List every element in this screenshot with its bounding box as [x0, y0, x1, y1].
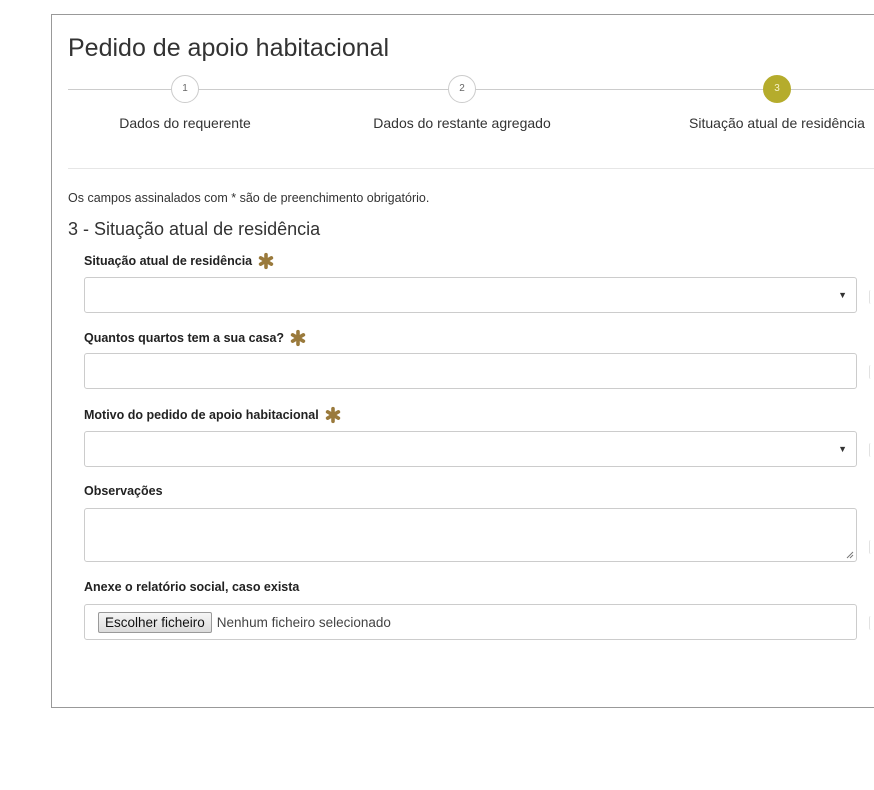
header-divider — [68, 168, 874, 169]
choose-file-button[interactable]: Escolher ficheiro — [98, 611, 212, 633]
anexo-label-text: Anexe o relatório social, caso exista — [84, 580, 300, 594]
edge-mark — [869, 365, 874, 379]
observacoes-textarea[interactable] — [84, 508, 857, 562]
motivo-select[interactable]: ▼ — [84, 431, 857, 467]
motivo-label: Motivo do pedido de apoio habitacional — [84, 406, 342, 424]
observacoes-label: Observações — [84, 484, 163, 498]
anexo-file-input[interactable]: Escolher ficheiro Nenhum ficheiro seleci… — [84, 604, 857, 640]
asterisk-icon — [258, 252, 274, 270]
edge-mark — [869, 290, 874, 304]
caret-down-icon: ▼ — [838, 290, 847, 300]
edge-mark — [869, 616, 874, 630]
quartos-input[interactable] — [84, 353, 857, 389]
anexo-label: Anexe o relatório social, caso exista — [84, 580, 299, 594]
situacao-label: Situação atual de residência — [84, 252, 275, 270]
observacoes-label-text: Observações — [84, 484, 163, 498]
situacao-label-text: Situação atual de residência — [84, 254, 253, 268]
section-title: 3 - Situação atual de residência — [68, 219, 321, 239]
step-2[interactable]: 2 Dados do restante agregado — [352, 74, 572, 131]
step-1[interactable]: 1 Dados do requerente — [75, 74, 295, 131]
caret-down-icon: ▼ — [838, 444, 847, 454]
motivo-label-text: Motivo do pedido de apoio habitacional — [84, 408, 319, 422]
step-1-label: Dados do requerente — [119, 115, 251, 131]
file-status: Nenhum ficheiro selecionado — [216, 614, 391, 630]
edge-mark — [869, 540, 874, 554]
page-title: Pedido de apoio habitacional — [68, 34, 390, 62]
situacao-select[interactable]: ▼ — [84, 277, 857, 313]
step-2-label: Dados do restante agregado — [373, 115, 551, 131]
quartos-label: Quantos quartos tem a sua casa? — [84, 329, 307, 347]
quartos-label-text: Quantos quartos tem a sua casa? — [84, 331, 285, 345]
step-3[interactable]: 3 Situação atual de residência — [667, 74, 874, 131]
edge-mark — [869, 443, 874, 457]
asterisk-icon — [325, 406, 340, 424]
progress-stepper: 1 Dados do requerente 2 Dados do restant… — [68, 74, 874, 144]
step-2-number: 2 — [448, 75, 476, 103]
resize-grip-icon[interactable] — [846, 551, 854, 559]
asterisk-icon — [290, 329, 306, 347]
required-note: Os campos assinalados com * são de preen… — [68, 191, 430, 205]
step-3-number: 3 — [763, 75, 791, 103]
step-3-label: Situação atual de residência — [689, 115, 865, 131]
step-1-number: 1 — [171, 75, 199, 103]
